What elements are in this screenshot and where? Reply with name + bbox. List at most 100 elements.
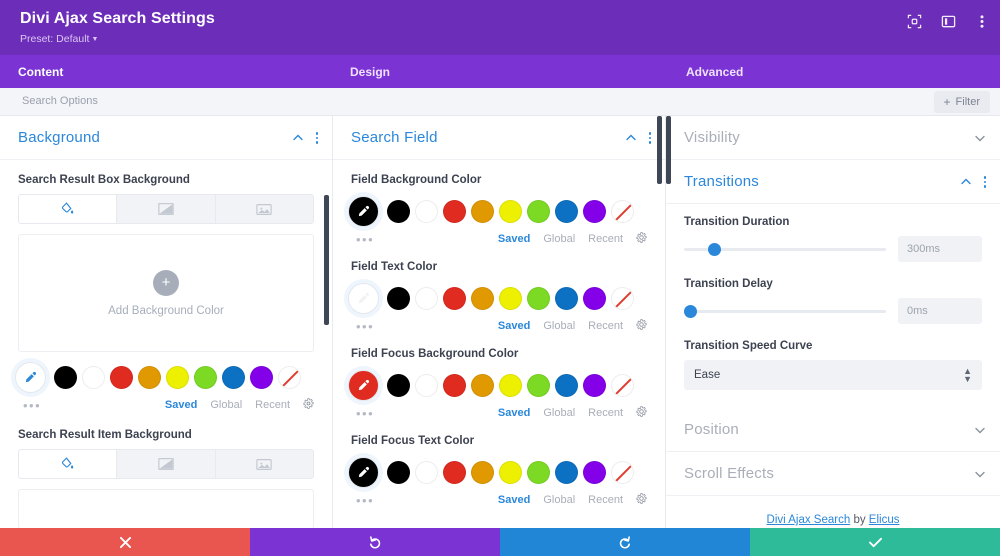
swatch-blue[interactable]	[555, 374, 578, 397]
image-icon[interactable]	[215, 450, 313, 478]
swatch-orange[interactable]	[471, 461, 494, 484]
swatch-red[interactable]	[443, 200, 466, 223]
redo-button[interactable]	[500, 528, 750, 556]
column-scrollbar[interactable]	[666, 116, 671, 184]
swatch-transparent[interactable]	[278, 366, 301, 389]
save-button[interactable]	[750, 528, 1000, 556]
toggle-transitions[interactable]: Transitions	[666, 160, 1000, 204]
tab-content[interactable]: Content	[0, 55, 332, 88]
swatch-purple[interactable]	[250, 366, 273, 389]
swatch-yellow[interactable]	[166, 366, 189, 389]
gradient-icon[interactable]	[117, 195, 216, 223]
swatch-transparent[interactable]	[611, 287, 634, 310]
swatch-red[interactable]	[443, 287, 466, 310]
swatch-red[interactable]	[443, 461, 466, 484]
color-picker-button[interactable]	[15, 362, 46, 393]
link-saved[interactable]: Saved	[498, 320, 530, 332]
transition-speed-curve-select[interactable]: Ease ▲ ▼	[684, 360, 982, 390]
swatch-black[interactable]	[387, 461, 410, 484]
gradient-icon[interactable]	[117, 450, 216, 478]
more-colors-icon[interactable]: •••	[356, 319, 374, 334]
swatch-white[interactable]	[415, 200, 438, 223]
link-recent[interactable]: Recent	[588, 494, 623, 506]
link-saved[interactable]: Saved	[498, 494, 530, 506]
slider-handle[interactable]	[708, 242, 722, 256]
slider-handle[interactable]	[684, 304, 697, 318]
more-colors-icon[interactable]: •••	[23, 398, 41, 413]
swatch-black[interactable]	[54, 366, 77, 389]
link-global[interactable]: Global	[543, 233, 575, 245]
link-saved[interactable]: Saved	[498, 407, 530, 419]
swatch-yellow[interactable]	[499, 287, 522, 310]
swatch-green[interactable]	[527, 287, 550, 310]
elicus-link[interactable]: Elicus	[869, 514, 900, 526]
swatch-red[interactable]	[110, 366, 133, 389]
link-recent[interactable]: Recent	[588, 233, 623, 245]
responsive-view-icon[interactable]	[906, 13, 922, 29]
swatch-black[interactable]	[387, 200, 410, 223]
link-saved[interactable]: Saved	[498, 233, 530, 245]
link-global[interactable]: Global	[543, 320, 575, 332]
gear-icon[interactable]	[303, 396, 314, 414]
column-scrollbar[interactable]	[657, 116, 662, 184]
transition-delay-slider[interactable]	[684, 303, 886, 319]
swatch-white[interactable]	[415, 461, 438, 484]
swatch-orange[interactable]	[471, 374, 494, 397]
swatch-green[interactable]	[194, 366, 217, 389]
link-global[interactable]: Global	[543, 494, 575, 506]
swatch-green[interactable]	[527, 461, 550, 484]
swatch-orange[interactable]	[138, 366, 161, 389]
swatch-orange[interactable]	[471, 287, 494, 310]
swatch-transparent[interactable]	[611, 461, 634, 484]
swatch-white[interactable]	[415, 287, 438, 310]
swatch-white[interactable]	[82, 366, 105, 389]
column-scrollbar[interactable]	[324, 195, 329, 325]
chevron-down-icon[interactable]	[974, 132, 986, 144]
gear-icon[interactable]	[636, 317, 647, 335]
swatch-black[interactable]	[387, 374, 410, 397]
link-recent[interactable]: Recent	[588, 407, 623, 419]
toggle-scroll-effects[interactable]: Scroll Effects	[666, 452, 1000, 496]
close-button[interactable]	[0, 528, 250, 556]
chevron-up-icon[interactable]	[625, 132, 637, 144]
toggle-search-field[interactable]: Search Field	[333, 116, 665, 160]
chevron-down-icon[interactable]	[974, 468, 986, 480]
chevron-up-icon[interactable]	[292, 132, 304, 144]
color-picker-button[interactable]	[348, 370, 379, 401]
swatch-blue[interactable]	[555, 287, 578, 310]
toggle-visibility[interactable]: Visibility	[666, 116, 1000, 160]
search-input[interactable]: Search Options	[22, 95, 98, 107]
link-global[interactable]: Global	[543, 407, 575, 419]
panel-layout-icon[interactable]	[940, 13, 956, 29]
add-background-color-dropzone[interactable]: + Add Background Color	[18, 234, 314, 352]
link-saved[interactable]: Saved	[165, 399, 197, 411]
swatch-blue[interactable]	[555, 200, 578, 223]
color-picker-button[interactable]	[348, 196, 379, 227]
toggle-position[interactable]: Position	[666, 408, 1000, 452]
swatch-transparent[interactable]	[611, 200, 634, 223]
swatch-yellow[interactable]	[499, 461, 522, 484]
swatch-yellow[interactable]	[499, 200, 522, 223]
toggle-transitions-menu-icon[interactable]	[983, 176, 986, 188]
swatch-purple[interactable]	[583, 374, 606, 397]
more-colors-icon[interactable]: •••	[356, 406, 374, 421]
toggle-search-field-menu-icon[interactable]	[648, 132, 651, 144]
add-background-color-dropzone-item[interactable]	[18, 489, 314, 528]
tab-advanced[interactable]: Advanced	[664, 55, 1000, 88]
divi-ajax-search-link[interactable]: Divi Ajax Search	[767, 514, 851, 526]
swatch-green[interactable]	[527, 374, 550, 397]
toggle-background-menu-icon[interactable]	[315, 132, 318, 144]
more-options-icon[interactable]	[974, 13, 990, 29]
swatch-purple[interactable]	[583, 287, 606, 310]
swatch-purple[interactable]	[583, 200, 606, 223]
link-global[interactable]: Global	[210, 399, 242, 411]
link-recent[interactable]: Recent	[255, 399, 290, 411]
preset-selector[interactable]: Preset: Default ▼	[20, 33, 98, 45]
image-icon[interactable]	[215, 195, 313, 223]
swatch-transparent[interactable]	[611, 374, 634, 397]
swatch-orange[interactable]	[471, 200, 494, 223]
toggle-background[interactable]: Background	[0, 116, 332, 160]
more-colors-icon[interactable]: •••	[356, 493, 374, 508]
transition-duration-input[interactable]: 300ms	[898, 236, 982, 262]
swatch-purple[interactable]	[583, 461, 606, 484]
